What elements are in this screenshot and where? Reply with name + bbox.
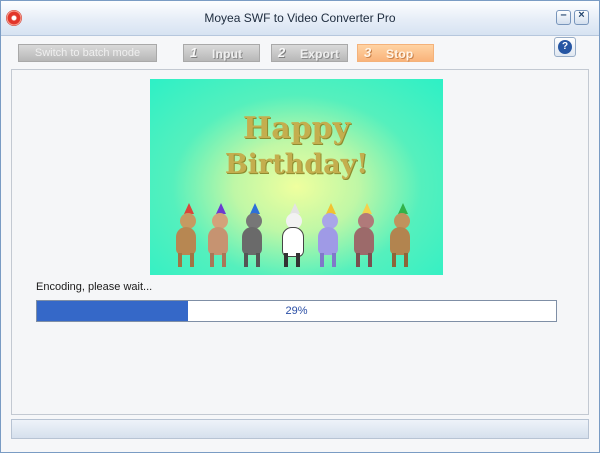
status-bar	[11, 419, 589, 439]
close-button[interactable]: ×	[574, 9, 589, 25]
step-input-button[interactable]: 1 Input	[183, 44, 260, 62]
step-label: Export	[300, 47, 340, 61]
encoding-status-text: Encoding, please wait...	[36, 281, 153, 293]
minimize-button[interactable]: –	[556, 9, 571, 25]
cartoon-dog	[386, 203, 416, 267]
switch-to-batch-mode-button[interactable]: Switch to batch mode	[18, 44, 157, 62]
progress-percent: 29%	[285, 305, 308, 317]
cartoon-dog	[204, 203, 234, 267]
preview-text-line1: Happy	[242, 111, 351, 146]
cartoon-dog	[314, 203, 344, 267]
step-label: Stop	[386, 47, 414, 61]
preview-text-line2: Birthday!	[224, 149, 369, 180]
cartoon-dog	[238, 203, 268, 267]
cartoon-dog	[278, 203, 308, 267]
cartoon-dog	[350, 203, 380, 267]
step-number: 3	[364, 45, 372, 60]
window-title: Moyea SWF to Video Converter Pro	[204, 11, 396, 25]
title-bar[interactable]: Moyea SWF to Video Converter Pro – ×	[1, 1, 599, 36]
step-label: Input	[212, 47, 243, 61]
minimize-icon: –	[560, 9, 567, 21]
step-number: 2	[278, 45, 286, 60]
close-icon: ×	[578, 9, 585, 21]
main-window: Moyea SWF to Video Converter Pro – × ? S…	[0, 0, 600, 453]
help-button[interactable]: ?	[554, 37, 576, 57]
encoding-progress-bar: 29%	[36, 300, 557, 322]
swf-preview-area: Happy Birthday!	[150, 79, 443, 275]
step-stop-button[interactable]: 3 Stop	[357, 44, 434, 62]
step-export-button[interactable]: 2 Export	[271, 44, 348, 62]
help-icon: ?	[558, 40, 572, 54]
step-number: 1	[190, 45, 198, 60]
cartoon-dog	[172, 203, 202, 267]
